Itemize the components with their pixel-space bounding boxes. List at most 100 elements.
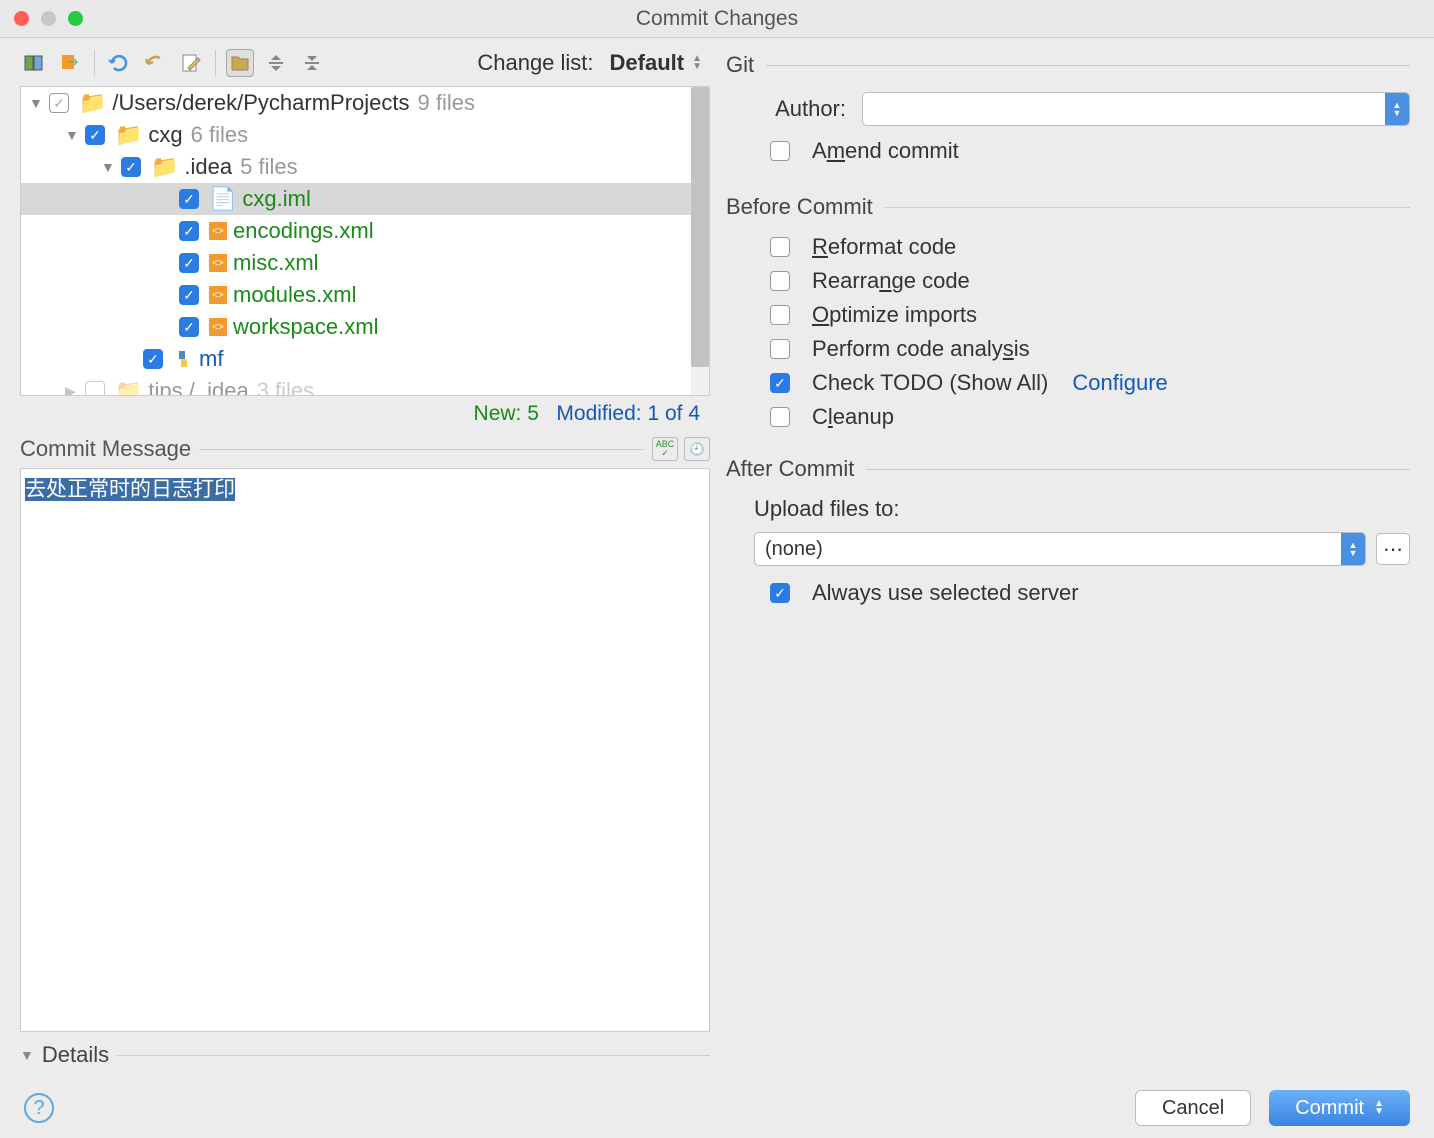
- dropdown-icon: ▲▼: [1374, 1100, 1384, 1116]
- checkbox[interactable]: [770, 305, 790, 325]
- reformat-row[interactable]: Reformat code: [726, 234, 1410, 260]
- upload-value: (none): [765, 538, 823, 561]
- commit-message-header: Commit Message ABC✓ 🕘: [20, 436, 710, 462]
- stepper-icon: ▲▼: [692, 55, 702, 71]
- change-toolbar: Change list: Default ▲▼: [20, 48, 710, 86]
- group-by-folder-icon[interactable]: [226, 49, 254, 77]
- checkbox[interactable]: [85, 381, 105, 396]
- checkbox[interactable]: ✓: [179, 317, 199, 337]
- file-icon: 📄: [209, 186, 236, 212]
- amend-row[interactable]: Amend commit: [726, 138, 1410, 164]
- upload-combo[interactable]: (none) ▲▼: [754, 532, 1366, 566]
- tree-row-idea[interactable]: ▼ ✓ 📁 .idea 5 files: [21, 151, 709, 183]
- changes-tree[interactable]: ▼ ✓ 📁 /Users/derek/PycharmProjects 9 fil…: [20, 86, 710, 396]
- changelist-select[interactable]: Default ▲▼: [602, 48, 710, 78]
- commit-button[interactable]: Commit ▲▼: [1269, 1090, 1410, 1126]
- collapse-all-icon[interactable]: [298, 49, 326, 77]
- file-name: encodings.xml: [233, 218, 374, 244]
- tree-row-file[interactable]: ✓ <> modules.xml: [21, 279, 709, 311]
- checkbox[interactable]: ✓: [770, 373, 790, 393]
- more-button[interactable]: ⋯: [1376, 533, 1410, 565]
- author-combo[interactable]: ▲▼: [862, 92, 1410, 126]
- folder-icon: 📁: [79, 90, 106, 116]
- details-label: Details: [42, 1042, 109, 1068]
- checkbox[interactable]: ✓: [179, 285, 199, 305]
- divider: [94, 50, 95, 76]
- checkbox[interactable]: ✓: [179, 253, 199, 273]
- file-count: 6 files: [191, 122, 248, 148]
- move-changelist-icon[interactable]: [56, 49, 84, 77]
- always-use-row[interactable]: ✓ Always use selected server: [726, 580, 1410, 606]
- file-count: 5 files: [240, 154, 297, 180]
- file-name: workspace.xml: [233, 314, 378, 340]
- checkbox[interactable]: [770, 339, 790, 359]
- scrollbar[interactable]: [691, 87, 709, 395]
- close-window-button[interactable]: [14, 11, 29, 26]
- details-toggle[interactable]: ▼ Details: [20, 1032, 710, 1078]
- titlebar: Commit Changes: [0, 0, 1434, 38]
- cancel-button[interactable]: Cancel: [1135, 1090, 1251, 1126]
- tree-row-file[interactable]: ✓ <> encodings.xml: [21, 215, 709, 247]
- cleanup-label: Cleanup: [812, 404, 894, 430]
- help-button[interactable]: ?: [24, 1093, 54, 1123]
- folder-name: tips / .idea: [148, 378, 248, 396]
- minimize-window-button[interactable]: [41, 11, 56, 26]
- expand-all-icon[interactable]: [262, 49, 290, 77]
- configure-link[interactable]: Configure: [1072, 370, 1167, 396]
- disclosure-icon[interactable]: ▶: [65, 383, 81, 397]
- checkbox-mixed[interactable]: ✓: [49, 93, 69, 113]
- author-label: Author:: [746, 96, 846, 122]
- checkbox[interactable]: [770, 237, 790, 257]
- tree-row-file[interactable]: ✓ <> misc.xml: [21, 247, 709, 279]
- tree-row-cxg[interactable]: ▼ ✓ 📁 cxg 6 files: [21, 119, 709, 151]
- footer: ? Cancel Commit ▲▼: [0, 1078, 1434, 1138]
- checkbox[interactable]: [770, 141, 790, 161]
- folder-icon: 📁: [115, 122, 142, 148]
- changelist-label: Change list:: [477, 50, 593, 76]
- checkbox[interactable]: [770, 407, 790, 427]
- analysis-row[interactable]: Perform code analysis: [726, 336, 1410, 362]
- tree-row-tips[interactable]: ▶ 📁 tips / .idea 3 files: [21, 375, 709, 396]
- rearrange-label: Rearrange code: [812, 268, 970, 294]
- checkbox[interactable]: ✓: [770, 583, 790, 603]
- optimize-label: Optimize imports: [812, 302, 977, 328]
- commit-message-input[interactable]: 去处正常时的日志打印: [20, 468, 710, 1032]
- checkbox[interactable]: ✓: [179, 189, 199, 209]
- xml-icon: <>: [209, 222, 227, 240]
- status-new: New: 5: [474, 402, 539, 425]
- tree-row-file[interactable]: ✓ mf: [21, 343, 709, 375]
- tree-row-root[interactable]: ▼ ✓ 📁 /Users/derek/PycharmProjects 9 fil…: [21, 87, 709, 119]
- undo-icon[interactable]: [141, 49, 169, 77]
- optimize-row[interactable]: Optimize imports: [726, 302, 1410, 328]
- combo-arrow-icon: ▲▼: [1385, 93, 1409, 125]
- rearrange-row[interactable]: Rearrange code: [726, 268, 1410, 294]
- amend-label: Amend commit: [812, 138, 959, 164]
- disclosure-icon[interactable]: ▼: [101, 159, 117, 175]
- checkbox[interactable]: ✓: [121, 157, 141, 177]
- diff-icon[interactable]: [20, 49, 48, 77]
- checkbox[interactable]: ✓: [179, 221, 199, 241]
- status-modified: Modified: 1 of 4: [556, 402, 700, 425]
- edit-icon[interactable]: [177, 49, 205, 77]
- refresh-icon[interactable]: [105, 49, 133, 77]
- disclosure-icon[interactable]: ▼: [65, 127, 81, 143]
- zoom-window-button[interactable]: [68, 11, 83, 26]
- disclosure-icon[interactable]: ▼: [29, 95, 45, 111]
- tree-path: /Users/derek/PycharmProjects: [112, 90, 409, 116]
- checkbox[interactable]: [770, 271, 790, 291]
- checkbox[interactable]: ✓: [143, 349, 163, 369]
- commit-message-label: Commit Message: [20, 436, 191, 462]
- folder-icon: 📁: [151, 154, 178, 180]
- status-line: New: 5 Modified: 1 of 4: [20, 396, 710, 432]
- folder-name: cxg: [148, 122, 182, 148]
- cleanup-row[interactable]: Cleanup: [726, 404, 1410, 430]
- todo-row[interactable]: ✓ Check TODO (Show All) Configure: [726, 370, 1410, 396]
- checkbox[interactable]: ✓: [85, 125, 105, 145]
- history-icon[interactable]: 🕘: [684, 437, 710, 461]
- tree-row-file[interactable]: ✓ 📄 cxg.iml: [21, 183, 709, 215]
- tree-row-file[interactable]: ✓ <> workspace.xml: [21, 311, 709, 343]
- xml-icon: <>: [209, 318, 227, 336]
- disclosure-icon: ▼: [20, 1047, 34, 1063]
- spellcheck-icon[interactable]: ABC✓: [652, 437, 678, 461]
- xml-icon: <>: [209, 254, 227, 272]
